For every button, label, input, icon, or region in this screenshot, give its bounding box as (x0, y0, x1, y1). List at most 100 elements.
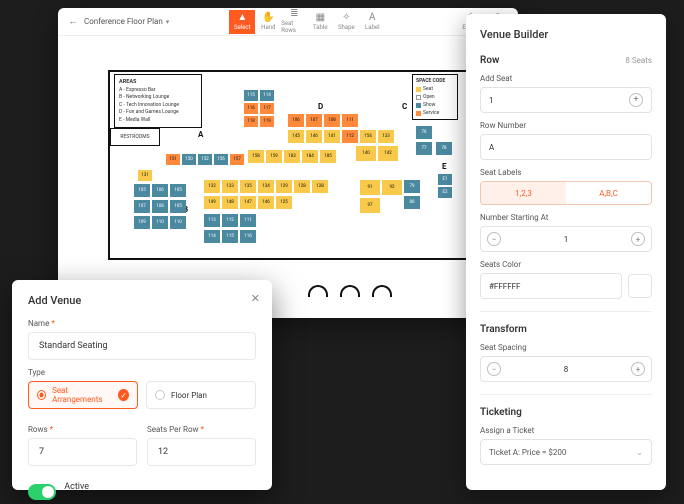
rownumber-input[interactable]: A (480, 134, 652, 160)
plus-icon[interactable]: + (629, 93, 643, 107)
seat[interactable]: 140 (356, 146, 376, 161)
seat[interactable]: 114 (260, 90, 274, 101)
seatsperrow-input[interactable]: 12 (147, 438, 256, 466)
seat[interactable]: 115 (222, 230, 238, 243)
plus-icon[interactable]: + (631, 232, 645, 246)
name-input[interactable]: Standard Seating (28, 332, 256, 360)
seat[interactable]: 152 (198, 154, 212, 165)
seat[interactable]: 148 (222, 196, 238, 209)
seat[interactable]: 113 (204, 214, 220, 227)
seat[interactable]: 147 (240, 196, 256, 209)
seat[interactable]: 151 (166, 154, 180, 165)
tool-hand[interactable]: ✋Hand (255, 10, 281, 34)
seat[interactable]: 128 (294, 180, 310, 193)
active-toggle[interactable] (28, 484, 56, 500)
seat[interactable]: 156 (214, 154, 228, 165)
seat[interactable]: 157 (230, 154, 244, 165)
seat[interactable]: 185 (320, 150, 336, 163)
seat[interactable]: 132 (204, 180, 220, 193)
spacing-stepper[interactable]: − 8 + (480, 356, 652, 382)
seat[interactable]: 114 (204, 230, 220, 243)
minus-icon[interactable]: − (487, 232, 501, 246)
seat[interactable]: 119 (260, 116, 274, 127)
addseat-input[interactable]: 1+ (480, 87, 652, 113)
seat[interactable]: 78 (436, 142, 452, 155)
seat[interactable]: 128 (312, 180, 328, 193)
seat[interactable]: 135 (240, 180, 256, 193)
document-title[interactable]: Conference Floor Plan (84, 17, 163, 26)
minus-icon[interactable]: − (487, 362, 501, 376)
seat[interactable]: 108 (324, 114, 340, 127)
seat[interactable]: 111 (342, 114, 358, 127)
back-button[interactable]: ← (66, 15, 80, 29)
seat[interactable]: 146 (258, 196, 274, 209)
tool-table[interactable]: ▦Table (307, 10, 333, 34)
seat[interactable]: 77 (416, 142, 432, 155)
seat[interactable]: 112 (342, 130, 358, 143)
numstart-stepper[interactable]: − 1 + (480, 226, 652, 252)
seatscolor-input[interactable]: #FFFFFF (480, 273, 622, 299)
seat[interactable]: 129 (276, 180, 292, 193)
tool-shape[interactable]: ✧Shape (333, 10, 359, 34)
seat[interactable]: 142 (378, 146, 398, 161)
seat[interactable]: 184 (302, 150, 318, 163)
seat[interactable]: 134 (258, 180, 274, 193)
seat[interactable]: 110 (152, 216, 168, 229)
seat[interactable]: 131 (138, 170, 152, 181)
seat[interactable]: 111 (240, 214, 256, 227)
seg-numeric[interactable]: 1,2,3 (481, 182, 566, 204)
seat[interactable]: 105 (134, 184, 150, 197)
type-floor-plan[interactable]: Floor Plan (146, 381, 256, 409)
seat[interactable]: 141 (324, 130, 340, 143)
ticket-select[interactable]: Ticket A: Price = $200⌄ (480, 439, 652, 465)
seat[interactable]: E1 (438, 174, 452, 185)
seat[interactable]: 133 (378, 130, 394, 143)
seat[interactable]: 116 (244, 103, 258, 114)
seat[interactable]: 106 (152, 184, 168, 197)
type-seat-arrangements[interactable]: Seat Arrangements✓ (28, 381, 138, 409)
seat[interactable]: 91 (360, 180, 380, 195)
seat[interactable]: 133 (222, 180, 238, 193)
seat[interactable]: 183 (284, 150, 300, 163)
check-icon: ✓ (118, 389, 129, 401)
seat[interactable]: 106 (288, 114, 304, 127)
seat[interactable]: 146 (306, 130, 322, 143)
seg-alpha[interactable]: A,B,C (566, 182, 651, 204)
seat[interactable]: 112 (222, 214, 238, 227)
canvas[interactable]: AREAS A - Espresso Bar B - Networking Lo… (78, 50, 498, 295)
seat[interactable]: 116 (240, 230, 256, 243)
seat[interactable]: 108 (152, 200, 168, 213)
zone-a: A (198, 130, 203, 139)
seat[interactable]: 109 (134, 216, 150, 229)
seat[interactable]: 145 (288, 130, 304, 143)
seat[interactable]: 118 (244, 116, 258, 127)
seatlabels-segmented[interactable]: 1,2,3 A,B,C (480, 181, 652, 205)
seat[interactable]: 149 (204, 196, 220, 209)
seat[interactable]: 159 (266, 150, 282, 163)
tool-label[interactable]: ALabel (359, 10, 385, 34)
seat[interactable]: 154 (360, 130, 376, 143)
seat[interactable]: 115 (244, 90, 258, 101)
seat[interactable]: 92 (382, 180, 402, 195)
seat[interactable]: 125 (276, 196, 292, 209)
seat[interactable]: 105 (170, 200, 186, 213)
chevron-down-icon[interactable]: ▾ (166, 18, 170, 26)
seat[interactable]: 105 (170, 184, 186, 197)
seat[interactable]: 107 (134, 200, 150, 213)
close-icon[interactable]: ✕ (251, 292, 260, 305)
seat[interactable]: 79 (404, 180, 420, 193)
plus-icon[interactable]: + (631, 362, 645, 376)
seat[interactable]: 117 (260, 103, 274, 114)
seat[interactable]: 150 (182, 154, 196, 165)
seat[interactable]: 110 (170, 216, 186, 229)
seat[interactable]: 76 (416, 126, 432, 139)
seat[interactable]: 107 (306, 114, 322, 127)
tool-select[interactable]: ▲Select (229, 10, 255, 34)
color-swatch[interactable] (628, 274, 652, 298)
tool-seatrows[interactable]: ≣Seat Rows (281, 10, 307, 34)
seat[interactable]: 97 (360, 198, 380, 213)
seat[interactable]: 80 (404, 196, 420, 209)
rows-input[interactable]: 7 (28, 438, 137, 466)
seat[interactable]: E2 (438, 187, 452, 198)
seat[interactable]: 158 (248, 150, 264, 163)
